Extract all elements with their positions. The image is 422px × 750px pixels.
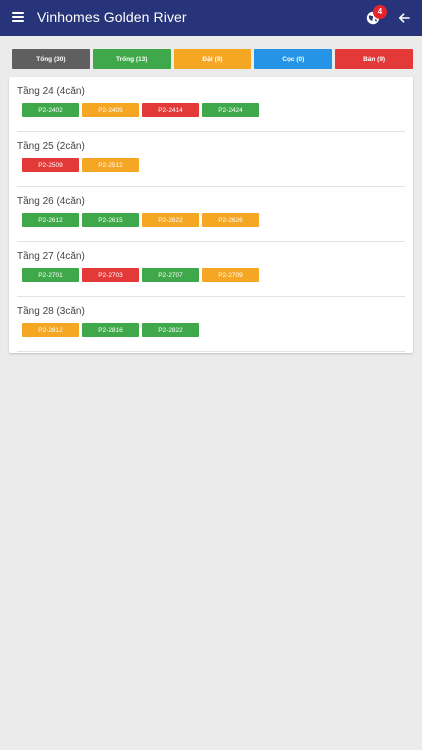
divider <box>17 351 405 352</box>
app-title: Vinhomes Golden River <box>37 9 187 25</box>
floor-title: Tầng 26 (4căn) <box>17 196 85 207</box>
unit-chip[interactable]: P2-2615 <box>82 213 139 227</box>
unit-chip[interactable]: P2-2709 <box>202 268 259 282</box>
floor-title: Tầng 25 (2căn) <box>17 141 85 152</box>
filter-available[interactable]: Trống (13) <box>92 49 171 69</box>
unit-row: P2-2402 P2-2405 P2-2414 P2-2424 <box>22 103 259 117</box>
floor-section: Tầng 27 (4căn) P2-2701 P2-2703 P2-2707 P2-27… <box>9 242 413 297</box>
floor-section: Tầng 25 (2căn) P2-2509 P2-2512 <box>9 132 413 187</box>
floor-section: Tầng 28 (3căn) P2-2812 P2-2816 P2-2822 <box>9 297 413 352</box>
unit-chip[interactable]: P2-2622 <box>142 213 199 227</box>
unit-chip[interactable]: P2-2701 <box>22 268 79 282</box>
floor-title: Tầng 27 (4căn) <box>17 251 85 262</box>
unit-row: P2-2612 P2-2615 P2-2622 P2-2626 <box>22 213 259 227</box>
unit-chip[interactable]: P2-2405 <box>82 103 139 117</box>
unit-chip[interactable]: P2-2626 <box>202 213 259 227</box>
unit-row: P2-2509 P2-2512 <box>22 158 139 172</box>
floor-section: Tầng 24 (4căn) P2-2402 P2-2405 P2-2414 P2-24… <box>9 77 413 132</box>
filter-deposit[interactable]: Cọc (0) <box>254 49 333 69</box>
app-bar: Vinhomes Golden River 4 <box>0 0 422 36</box>
unit-chip[interactable]: P2-2414 <box>142 103 199 117</box>
floor-list-card: Tầng 24 (4căn) P2-2402 P2-2405 P2-2414 P2-24… <box>9 77 413 353</box>
notification-badge: 4 <box>373 5 387 19</box>
filter-sold[interactable]: Bán (9) <box>335 49 413 69</box>
unit-row: P2-2812 P2-2816 P2-2822 <box>22 323 199 337</box>
unit-chip[interactable]: P2-2822 <box>142 323 199 337</box>
unit-chip[interactable]: P2-2707 <box>142 268 199 282</box>
unit-chip[interactable]: P2-2424 <box>202 103 259 117</box>
floor-section: Tầng 26 (4căn) P2-2612 P2-2615 P2-2622 P2-26… <box>9 187 413 242</box>
floor-title: Tầng 28 (3căn) <box>17 306 85 317</box>
unit-row: P2-2701 P2-2703 P2-2707 P2-2709 <box>22 268 259 282</box>
unit-chip[interactable]: P2-2512 <box>82 158 139 172</box>
menu-icon[interactable] <box>12 12 24 22</box>
unit-chip[interactable]: P2-2612 <box>22 213 79 227</box>
filter-all[interactable]: Tổng (30) <box>12 49 90 69</box>
back-arrow-icon[interactable] <box>398 12 410 24</box>
unit-chip[interactable]: P2-2402 <box>22 103 79 117</box>
unit-chip[interactable]: P2-2509 <box>22 158 79 172</box>
filter-reserved[interactable]: Đặt (8) <box>173 49 252 69</box>
floor-title: Tầng 24 (4căn) <box>17 86 85 97</box>
unit-chip[interactable]: P2-2816 <box>82 323 139 337</box>
unit-chip[interactable]: P2-2812 <box>22 323 79 337</box>
unit-chip[interactable]: P2-2703 <box>82 268 139 282</box>
status-filter-bar: Tổng (30) Trống (13) Đặt (8) Cọc (0) Bán (9) <box>12 49 413 69</box>
